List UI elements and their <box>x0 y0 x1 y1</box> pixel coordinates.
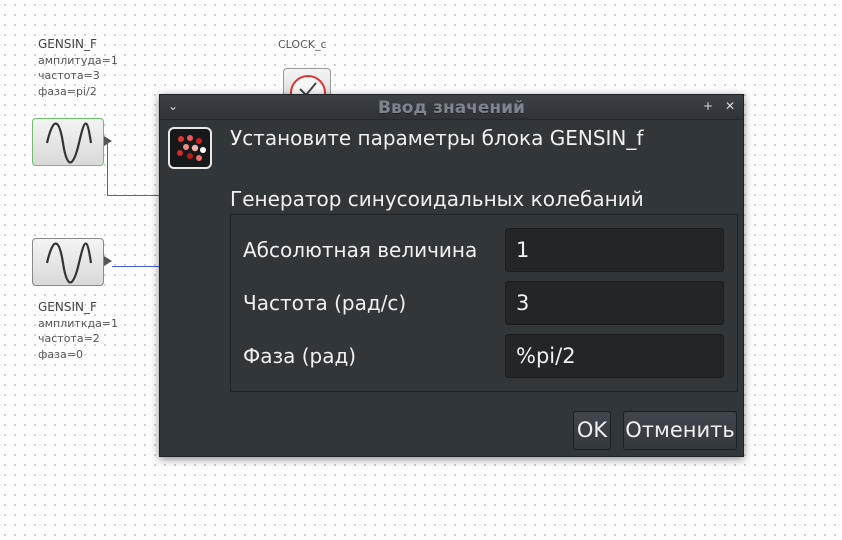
amplitude-input[interactable]: 1 <box>505 228 724 272</box>
block-bottom-param: амплиткда=1 <box>38 316 119 330</box>
block-description: Генератор синусоидальных колебаний <box>230 187 644 211</box>
cancel-button[interactable]: Отменить <box>623 411 737 450</box>
block-top-label: GENSIN_F амплитуда=1 частота=3 фаза=pi/2 <box>38 37 118 99</box>
block-bottom-param: частота=2 <box>38 332 100 345</box>
block-top-param: частота=3 <box>38 69 100 82</box>
ok-button[interactable]: OK <box>573 411 611 450</box>
pin-icon[interactable]: + <box>701 99 715 113</box>
block-top-param: фаза=pi/2 <box>38 84 97 98</box>
output-port-icon[interactable] <box>104 256 112 266</box>
amplitude-label: Абсолютная величина <box>243 238 478 262</box>
sine-wave-icon <box>45 122 93 164</box>
dialog-heading: Установите параметры блока GENSIN_f <box>230 126 644 150</box>
gensin-block-bottom[interactable] <box>32 238 104 286</box>
clock-label: CLOCK_c <box>278 38 327 51</box>
phase-label: Фаза (рад) <box>243 344 357 368</box>
block-top-param: амплитуда=1 <box>38 53 118 67</box>
frequency-label: Частота (рад/с) <box>243 291 407 315</box>
block-bottom-name: GENSIN_F <box>38 300 97 314</box>
scilab-app-icon <box>168 127 212 169</box>
parameters-dialog: ⌄ Ввод значений + ✕ Установите параметры… <box>159 94 744 457</box>
frequency-input[interactable]: 3 <box>505 281 724 325</box>
link-wire[interactable] <box>107 195 159 196</box>
parameters-group: Абсолютная величина 1 Частота (рад/с) 3 … <box>230 214 738 392</box>
link-wire[interactable] <box>107 142 108 196</box>
gensin-block-top[interactable] <box>32 118 104 166</box>
sine-wave-icon <box>45 242 93 284</box>
block-top-name: GENSIN_F <box>38 37 97 51</box>
dialog-title: Ввод значений <box>378 98 525 118</box>
link-wire[interactable] <box>112 266 159 267</box>
block-bottom-label: GENSIN_F амплиткда=1 частота=2 фаза=0 <box>38 300 118 362</box>
dialog-titlebar[interactable]: ⌄ Ввод значений + ✕ <box>160 95 743 120</box>
block-bottom-param: фаза=0 <box>38 347 83 361</box>
close-icon[interactable]: ✕ <box>723 99 737 113</box>
output-port-icon[interactable] <box>104 136 112 146</box>
phase-input[interactable]: %pi/2 <box>505 334 724 378</box>
